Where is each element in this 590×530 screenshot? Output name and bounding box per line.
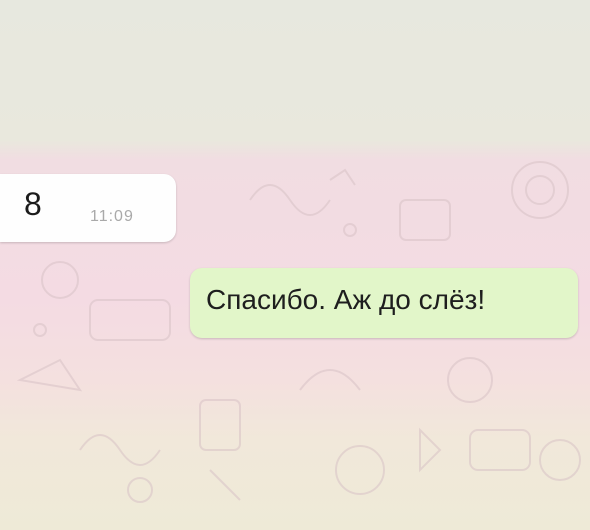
wallpaper-doodles xyxy=(16,161,581,503)
outgoing-message-text: Спасибо. Аж до слёз! xyxy=(206,284,486,315)
incoming-message-time: 11:09 xyxy=(90,208,134,225)
incoming-message-text: 8 xyxy=(24,186,42,222)
outgoing-message-bubble[interactable]: Спасибо. Аж до слёз! xyxy=(190,268,578,338)
incoming-message-bubble[interactable]: 8 11:09 xyxy=(0,174,176,242)
chat-area: 8 11:09 Спасибо. Аж до слёз! xyxy=(0,0,590,530)
